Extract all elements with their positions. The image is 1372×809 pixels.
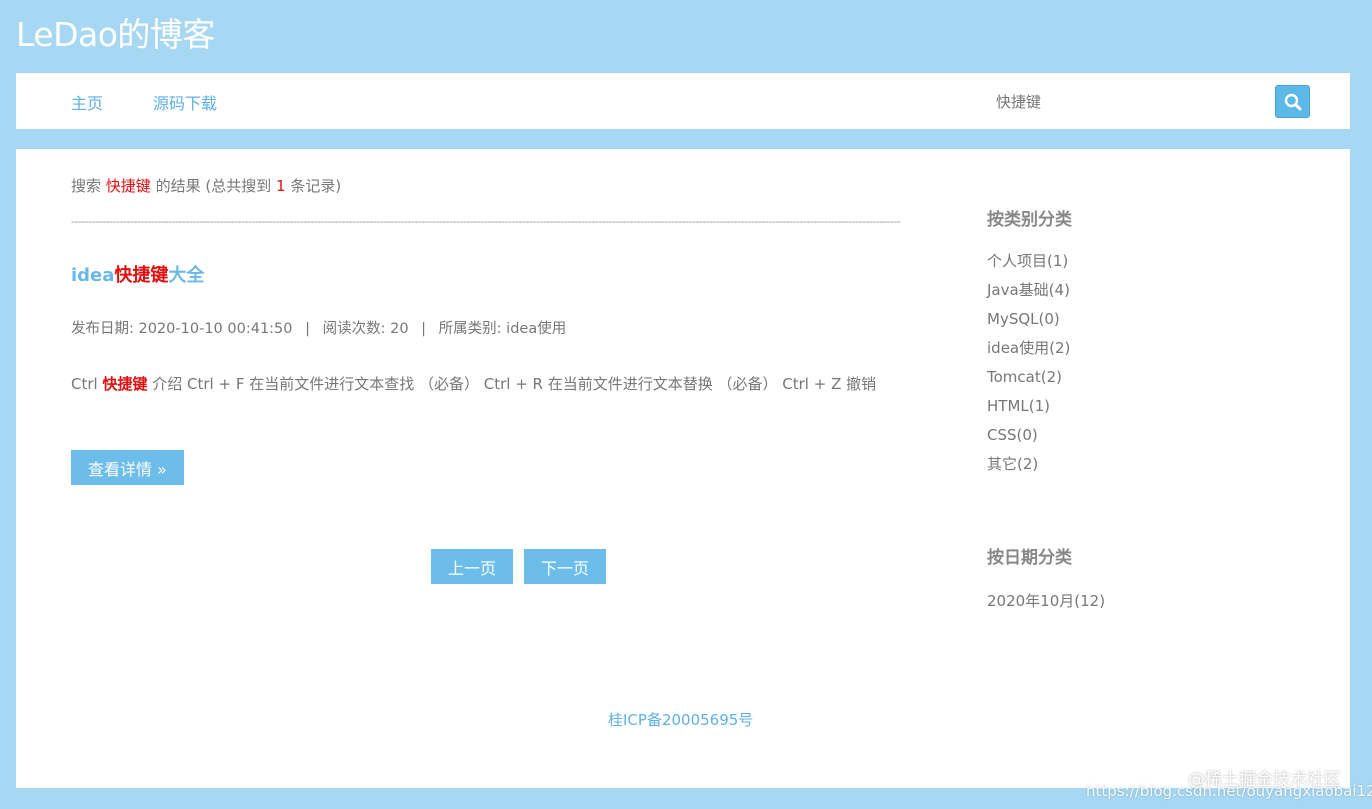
search-summary: 搜索 快捷键 的结果 (总共搜到 1 条记录) [71,175,341,196]
article-meta: 发布日期: 2020-10-10 00:41:50 | 阅读次数: 20 | 所… [71,317,566,338]
navbar: 主页 源码下载 [16,73,1350,129]
meta-views-label: 阅读次数: [322,321,386,337]
search-icon [1284,93,1301,110]
summary-middle: 的结果 (总共搜到 [155,177,272,195]
category-item[interactable]: 其它(2) [987,454,1070,483]
excerpt-before: Ctrl [71,375,103,393]
meta-views: 20 [390,321,409,337]
article-excerpt: Ctrl 快捷键 介绍 Ctrl + F 在当前文件进行文本查找 （必备） Ct… [71,370,906,399]
prev-page-button[interactable]: 上一页 [431,549,513,584]
meta-date-label: 发布日期: [71,321,134,337]
meta-category: idea使用 [506,321,567,337]
meta-date: 2020-10-10 00:41:50 [138,321,293,337]
summary-suffix: 条记录) [290,177,342,195]
meta-separator: | [305,321,310,337]
date-item[interactable]: 2020年10月(12) [987,590,1105,611]
nav-home-link[interactable]: 主页 [71,90,103,114]
meta-category-label: 所属类别: [438,321,502,337]
article-title-link[interactable]: idea快捷键大全 [71,261,204,287]
date-heading: 按日期分类 [987,548,1072,568]
next-page-button[interactable]: 下一页 [524,549,606,584]
category-item[interactable]: idea使用(2) [987,338,1070,367]
summary-prefix: 搜索 [71,177,102,195]
search-button[interactable] [1275,85,1310,118]
category-item[interactable]: 个人项目(1) [987,251,1070,280]
category-item[interactable]: MySQL(0) [987,309,1070,338]
category-item[interactable]: CSS(0) [987,425,1070,454]
category-item[interactable]: Java基础(4) [987,280,1070,309]
article-title-suffix: 大全 [168,265,205,286]
excerpt-keyword: 快捷键 [102,375,148,393]
watermark: @稀土掘金技术社区 [1188,770,1341,790]
category-item[interactable]: Tomcat(2) [987,367,1070,396]
divider: ----------------------------------------… [71,215,901,228]
category-heading: 按类别分类 [987,210,1072,230]
category-list: 个人项目(1) Java基础(4) MySQL(0) idea使用(2) Tom… [987,251,1070,483]
summary-count: 1 [276,177,286,195]
site-title[interactable]: LeDao的博客 [16,8,215,56]
meta-separator: | [421,321,427,337]
icp-link[interactable]: 桂ICP备20005695号 [608,709,753,730]
category-item[interactable]: HTML(1) [987,396,1070,425]
main-content: 搜索 快捷键 的结果 (总共搜到 1 条记录) ----------------… [16,149,1350,788]
read-more-button[interactable]: 查看详情 » [71,450,184,485]
summary-keyword: 快捷键 [105,177,151,195]
article-title-keyword: 快捷键 [114,265,169,286]
search-input[interactable] [986,87,1276,115]
nav-download-link[interactable]: 源码下载 [153,90,217,114]
article-title-prefix: idea [71,265,115,286]
excerpt-after: 介绍 Ctrl + F 在当前文件进行文本查找 （必备） Ctrl + R 在当… [147,375,877,393]
